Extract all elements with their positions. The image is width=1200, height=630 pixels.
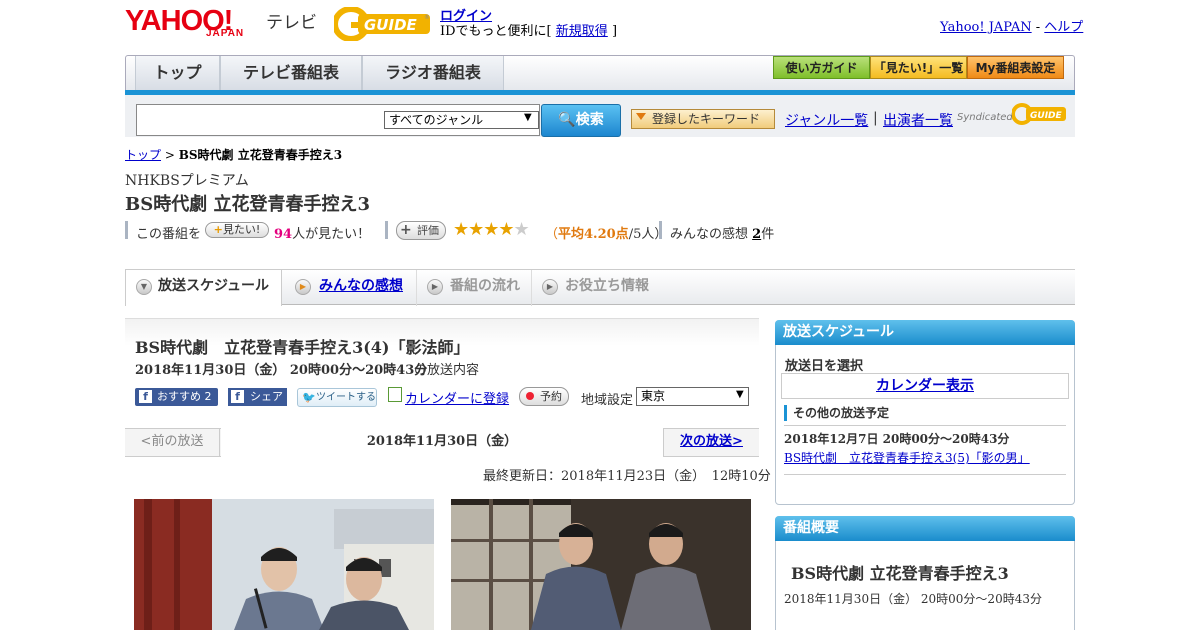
star-empty-icon: ★: [513, 219, 530, 240]
dropdown-arrow-icon: ▼: [736, 389, 744, 400]
my-schedule-settings-button[interactable]: My番組表設定: [967, 56, 1064, 79]
other-broadcasts-label: その他の放送予定: [784, 405, 889, 421]
syndicated-label: Syndicated: [957, 112, 1013, 123]
yahoo-japan-link[interactable]: Yahoo! JAPAN: [940, 20, 1032, 35]
channel-name: NHKBSプレミアム: [125, 173, 249, 189]
want-prefix-text: この番組を: [136, 227, 202, 242]
episode-datetime-suffix: の放送内容: [414, 363, 480, 378]
yahoo-japan-logo-text: JAPAN: [206, 28, 245, 39]
episode-datetime: 2018年11月30日（金） 20時00分～20時43分: [135, 363, 428, 378]
other-broadcast-date: 2018年12月7日 20時00分～20時43分: [784, 432, 1010, 446]
genre-list-link[interactable]: ジャンル一覧: [785, 110, 868, 130]
svg-text:GUIDE: GUIDE: [1030, 111, 1063, 121]
facebook-icon: f: [231, 390, 244, 403]
help-link[interactable]: ヘルプ: [1044, 20, 1083, 35]
nav-tab-radio-schedule[interactable]: ラジオ番組表: [362, 56, 504, 90]
top-right-links: Yahoo! JAPAN - ヘルプ: [940, 16, 1083, 35]
rating-stars: ★★★★★: [453, 219, 530, 240]
want-button-label: 見たい!: [222, 223, 261, 236]
star-filled-icon: ★★★★: [453, 219, 515, 240]
next-broadcast-link[interactable]: 次の放送>: [663, 428, 759, 457]
nav-tab-tv-schedule[interactable]: テレビ番組表: [220, 56, 362, 90]
episode-photo-2: [451, 499, 751, 630]
reviews-prefix: みんなの感想: [670, 227, 753, 242]
summary-datetime: 2018年11月30日（金） 20時00分～20時43分: [784, 592, 1042, 606]
episode-title: BS時代劇 立花登青春手控え3(4)「影法師」: [135, 338, 470, 357]
breadcrumb: トップ > BS時代劇 立花登青春手控え3: [125, 146, 342, 163]
plus-icon: +: [213, 223, 223, 236]
facebook-icon: f: [139, 390, 152, 403]
divider: [784, 474, 1066, 475]
summary-title: BS時代劇 立花登青春手控え3: [791, 564, 1009, 583]
record-dot-icon: [526, 392, 534, 400]
link-separator: |: [873, 110, 878, 126]
summary-box-header: 番組概要: [775, 516, 1075, 541]
want-count-text: 94人が見たい！: [274, 223, 370, 242]
breadcrumb-top-link[interactable]: トップ: [125, 148, 161, 162]
region-select[interactable]: 東京: [636, 387, 749, 406]
breadcrumb-sep: >: [161, 148, 179, 162]
nav-tab-top[interactable]: トップ: [135, 56, 220, 90]
region-label: 地域設定: [581, 393, 634, 408]
rating-average: 平均4.20点: [558, 227, 629, 242]
divider-bar: [659, 221, 662, 239]
calendar-add-icon: [388, 387, 402, 402]
episode-photo-1-image: [134, 499, 434, 630]
search-icon: 🔍: [558, 112, 576, 128]
gguide-small-logo-icon: GUIDE: [1012, 103, 1066, 125]
play-icon: ▶: [295, 279, 311, 295]
reviews-text: みんなの感想 2件: [670, 223, 774, 242]
svg-text:GUIDE: GUIDE: [364, 16, 418, 34]
signup-link[interactable]: 新規取得: [556, 24, 608, 39]
genre-select[interactable]: すべてのジャンル: [384, 111, 539, 129]
tab-reviews-link[interactable]: みんなの感想: [319, 278, 403, 294]
want-list-button[interactable]: 「見たい!」一覧: [870, 56, 967, 79]
play-icon: ▶: [427, 279, 443, 295]
want-to-watch-button[interactable]: +見たい!: [205, 222, 269, 238]
performer-list-link[interactable]: 出演者一覧: [883, 110, 953, 130]
play-icon: ▶: [542, 279, 558, 295]
id-promo-prefix: IDでもっと便利に[: [440, 24, 552, 39]
svg-text:®: ®: [424, 14, 430, 21]
id-promo-suffix: ]: [611, 24, 618, 39]
calendar-display-link[interactable]: カレンダー表示: [781, 373, 1069, 399]
page-title: BS時代劇 立花登青春手控え3: [125, 194, 371, 215]
gguide-logo-icon[interactable]: GUIDE ®: [334, 7, 432, 41]
id-promo-text: IDでもっと便利に[ 新規取得 ]: [440, 20, 617, 39]
want-suffix: 人が見たい！: [292, 227, 371, 242]
episode-photo-2-image: [451, 499, 751, 630]
rating-open-paren: （: [545, 227, 559, 242]
last-updated-text: 最終更新日：2018年11月23日（金） 12時10分: [483, 469, 771, 484]
divider: [784, 425, 1066, 426]
search-button-label: 検索: [575, 112, 604, 128]
schedule-box-header: 放送スケジュール: [775, 320, 1075, 345]
episode-photo-1: [134, 499, 434, 630]
want-count: 94: [274, 227, 293, 242]
select-date-label: 放送日を選択: [785, 359, 864, 374]
reviews-count-link[interactable]: 2: [752, 227, 761, 242]
other-broadcast-link[interactable]: BS時代劇 立花登青春手控え3(5)「影の男」: [784, 449, 1030, 466]
registered-keyword-button[interactable]: 登録したキーワード: [631, 109, 775, 129]
rating-text: （平均4.20点/5人）: [545, 223, 667, 242]
current-broadcast-date: 2018年11月30日（金）: [221, 428, 663, 457]
plus-icon: +: [400, 222, 412, 238]
search-button[interactable]: 🔍検索: [541, 104, 621, 137]
triangle-down-icon: [636, 113, 646, 120]
divider-bar: [385, 221, 388, 239]
twitter-bird-icon: 🐦: [302, 391, 316, 404]
reviews-suffix: 件: [761, 227, 775, 242]
breadcrumb-current: BS時代劇 立花登青春手控え3: [178, 148, 343, 162]
guide-howto-button[interactable]: 使い方ガイド: [773, 56, 870, 79]
link-separator: -: [1031, 20, 1045, 35]
dropdown-arrow-icon: ▼: [524, 112, 532, 123]
add-to-calendar-link[interactable]: カレンダーに登録: [405, 388, 509, 407]
tv-logo-text[interactable]: テレビ: [266, 8, 317, 33]
divider-bar: [125, 221, 128, 239]
prev-broadcast-link[interactable]: <前の放送: [125, 428, 220, 457]
chevron-down-icon: ▼: [136, 279, 152, 295]
